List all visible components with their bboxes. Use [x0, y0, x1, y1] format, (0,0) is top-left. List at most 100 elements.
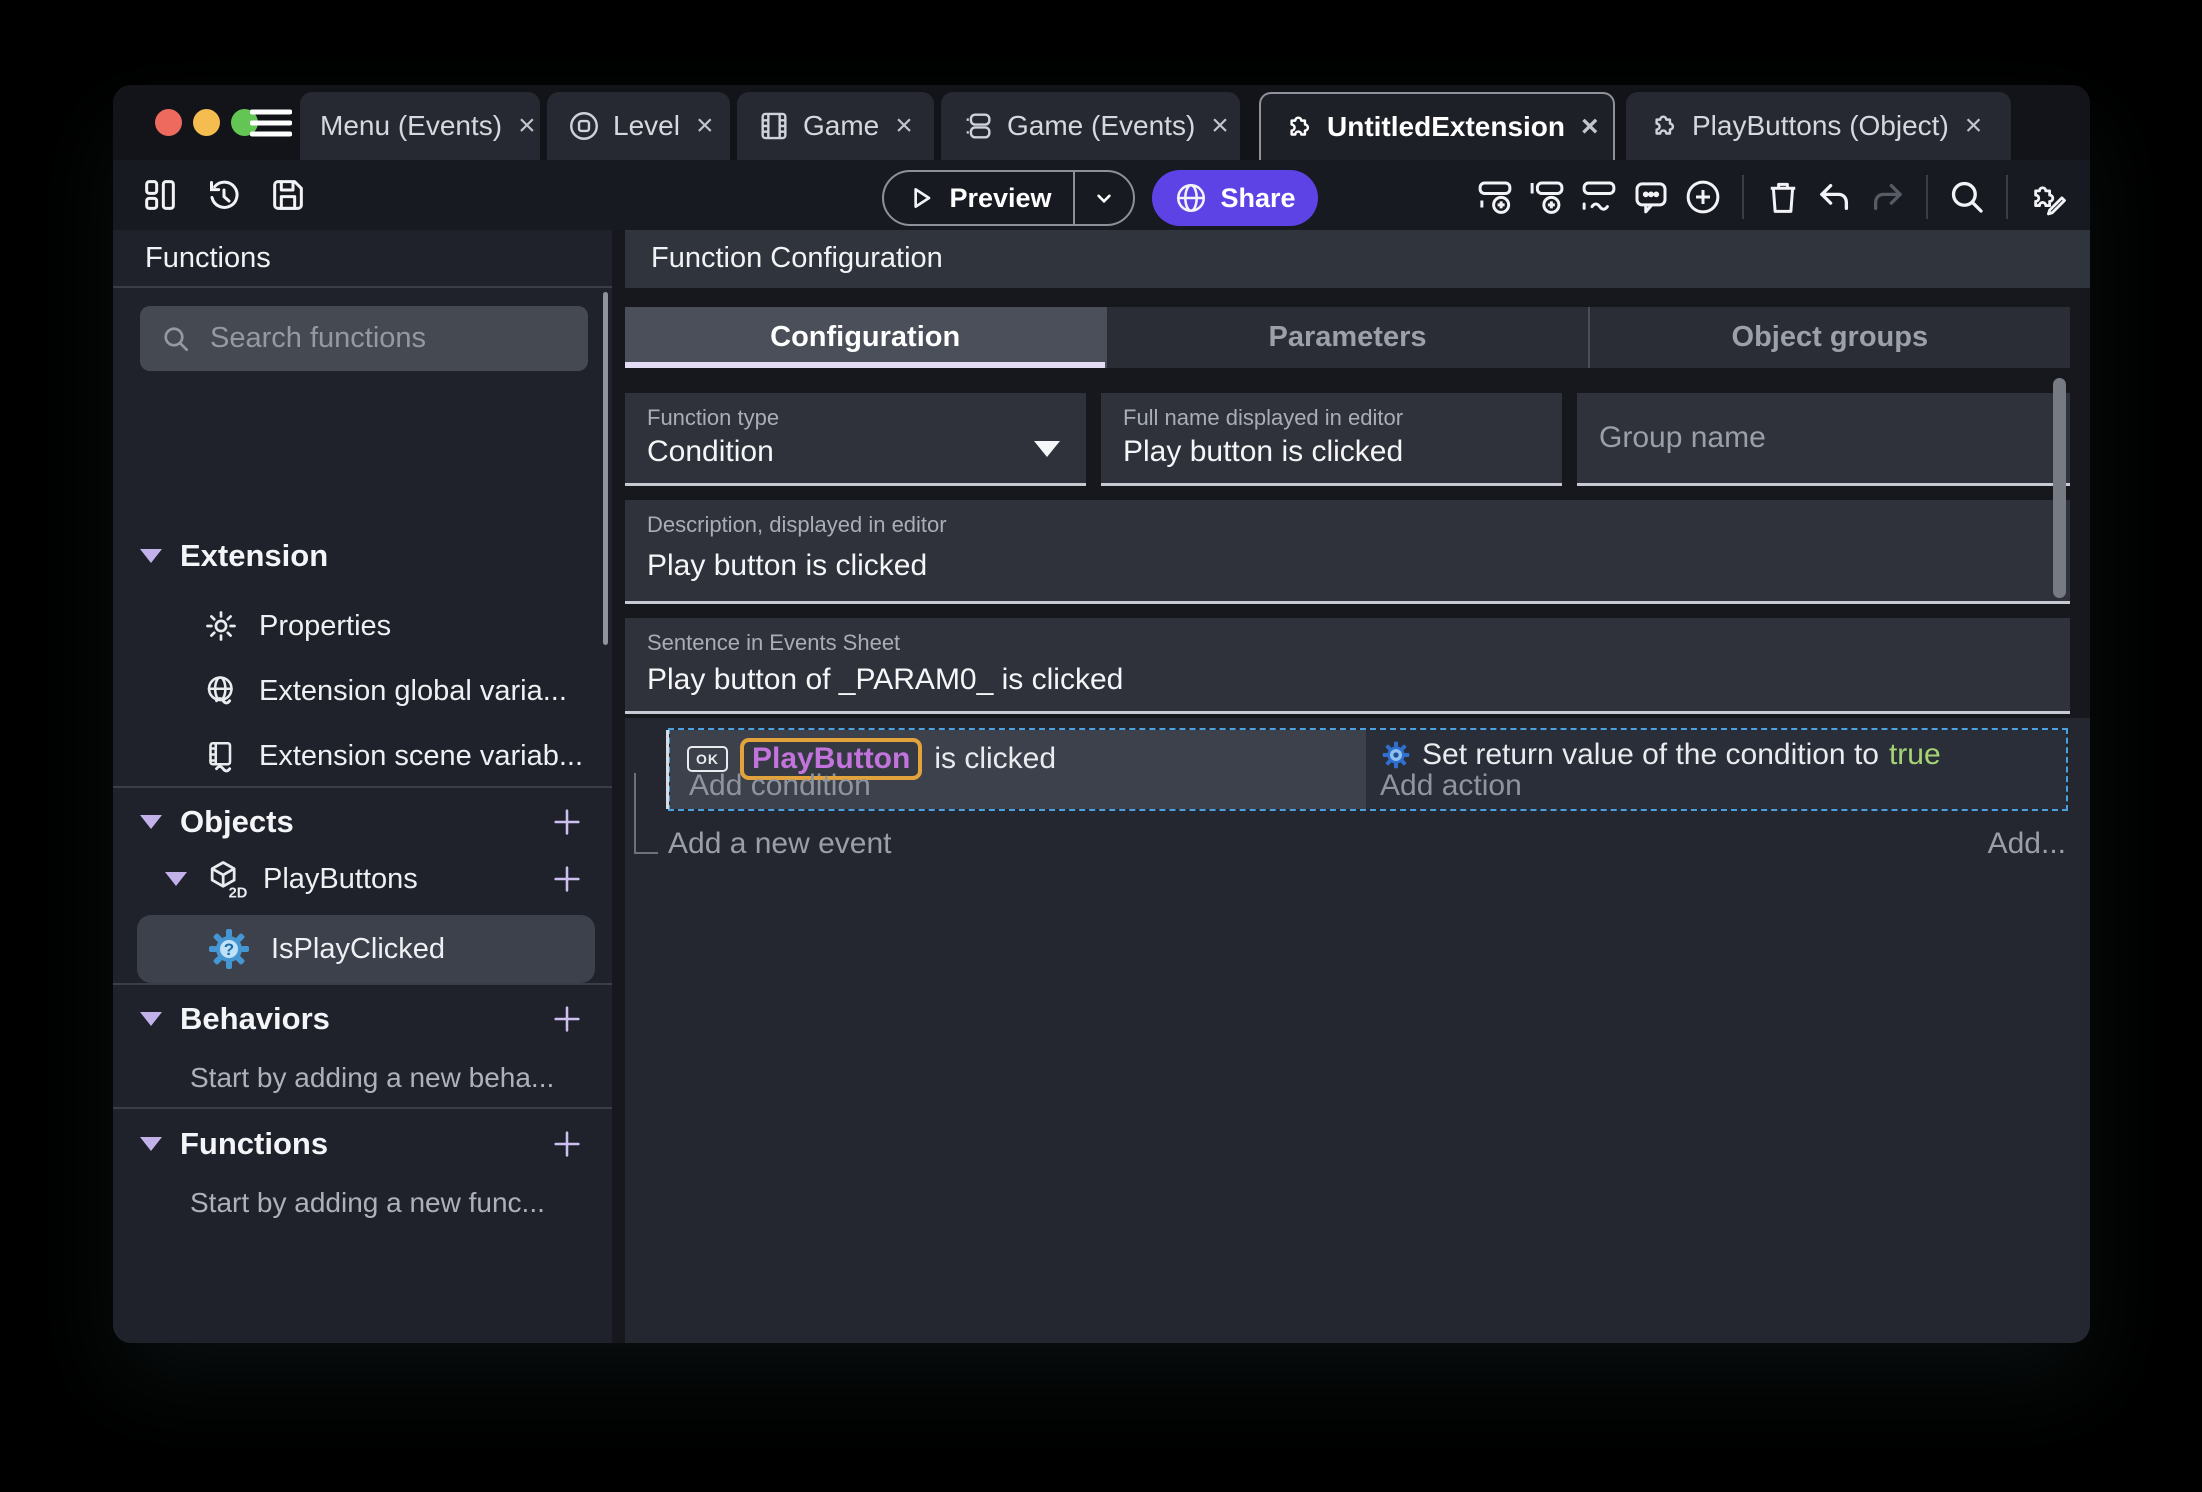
add-subevent-icon[interactable] [1526, 176, 1568, 218]
tab-close-icon[interactable]: × [696, 109, 714, 143]
sentence-field[interactable]: Sentence in Events Sheet Play button of … [625, 618, 2070, 714]
tab-close-icon[interactable]: × [895, 109, 913, 143]
field-label: Function type [647, 405, 780, 430]
tree-functions-header[interactable]: Functions [113, 1120, 612, 1168]
search-functions-input[interactable] [208, 321, 589, 356]
description-field[interactable]: Description, displayed in editor Play bu… [625, 500, 2070, 604]
scene-icon [567, 109, 601, 143]
save-icon[interactable] [268, 175, 308, 215]
full-name-field[interactable]: Full name displayed in editor Play butto… [1101, 393, 1562, 486]
condition-function-icon: ? [205, 925, 253, 973]
collapse-triangle-icon[interactable] [140, 549, 162, 563]
tree-item-isplayclicked-selected[interactable]: ? IsPlayClicked [137, 915, 595, 983]
tab-object-groups[interactable]: Object groups [1587, 307, 2070, 368]
redo-icon[interactable] [1866, 176, 1908, 218]
group-name-input[interactable] [1599, 393, 2043, 483]
tree-item-extension-global-variables[interactable]: Extension global varia... [113, 667, 612, 715]
field-value: Play button is clicked [1123, 435, 1404, 468]
tree-item-playbuttons[interactable]: 2D PlayButtons [113, 855, 612, 903]
history-icon[interactable] [204, 175, 244, 215]
main-scrollbar[interactable] [2053, 378, 2066, 598]
event-row-selected[interactable]: OK PlayButton is clicked Add condition S… [666, 728, 2068, 811]
tree-extension-header[interactable]: Extension [113, 532, 612, 580]
preview-label: Preview [949, 182, 1052, 213]
tab-menu-events[interactable]: Menu (Events) × [300, 92, 540, 160]
add-event-icon[interactable] [1474, 176, 1516, 218]
add-other-event-icon[interactable] [1578, 176, 1620, 218]
tab-configuration[interactable]: Configuration [625, 307, 1106, 368]
tab-close-icon[interactable]: × [518, 109, 536, 143]
add-object-button[interactable] [550, 805, 584, 839]
search-icon [160, 323, 192, 355]
traffic-light-minimize[interactable] [193, 109, 220, 136]
edit-extension-icon[interactable] [2026, 176, 2068, 218]
tab-playbuttons-object[interactable]: PlayButtons (Object) × [1626, 92, 2011, 160]
add-function-to-object-button[interactable] [550, 862, 584, 896]
field-value: Play button is clicked [647, 549, 928, 582]
tree-item-label: Properties [259, 609, 392, 642]
object-2d-cube-icon: 2D [203, 857, 247, 901]
function-type-select[interactable]: Function type Condition [625, 393, 1086, 486]
tab-level[interactable]: Level × [547, 92, 730, 160]
add-condition-link[interactable]: Add condition [689, 769, 871, 803]
collapse-triangle-icon[interactable] [140, 815, 162, 829]
add-action-link[interactable]: Add action [1380, 769, 1522, 803]
collapse-triangle-icon[interactable] [140, 1012, 162, 1026]
screenshot-canvas: Menu (Events) × Level × Game × Game (Eve… [0, 0, 2202, 1492]
functions-empty-state: Start by adding a new func... [190, 1187, 545, 1218]
sidebar-header: Functions [113, 230, 612, 288]
add-new-event-link[interactable]: Add a new event [668, 827, 892, 861]
tab-close-icon[interactable]: × [1211, 109, 1229, 143]
tab-close-icon[interactable]: × [1965, 109, 1983, 143]
hamburger-menu-icon[interactable] [250, 107, 292, 139]
add-more-link[interactable]: Add... [1988, 827, 2066, 861]
comment-icon[interactable] [1630, 176, 1672, 218]
tab-label: Parameters [1268, 321, 1427, 353]
events-sheet-icon [961, 109, 995, 143]
undo-icon[interactable] [1814, 176, 1856, 218]
tab-close-icon[interactable]: × [1581, 110, 1599, 144]
tab-parameters[interactable]: Parameters [1105, 307, 1588, 368]
circle-add-icon[interactable] [1682, 176, 1724, 218]
tree-behaviors-header[interactable]: Behaviors [113, 995, 612, 1043]
share-button[interactable]: Share [1152, 170, 1318, 226]
divider [2006, 175, 2008, 219]
tab-game-events[interactable]: Game (Events) × [941, 92, 1240, 160]
tree-objects-header[interactable]: Objects [113, 798, 612, 846]
gear-icon [203, 608, 239, 644]
collapse-triangle-icon[interactable] [165, 872, 187, 886]
configuration-tabs: Configuration Parameters Object groups [625, 307, 2070, 368]
events-sheet: OK PlayButton is clicked Add condition S… [625, 718, 2090, 1343]
add-behavior-button[interactable] [550, 1002, 584, 1036]
tree-item-extension-scene-variables[interactable]: Extension scene variab... [113, 732, 612, 780]
traffic-light-close[interactable] [155, 109, 182, 136]
tab-label: PlayButtons (Object) [1692, 110, 1949, 141]
action-item[interactable]: Set return value of the condition to tru… [1380, 738, 1941, 772]
tab-untitled-extension[interactable]: UntitledExtension × [1259, 92, 1615, 160]
tree-item-label: Extension global varia... [259, 674, 567, 707]
field-label: Description, displayed in editor [647, 512, 947, 537]
editor-tabs: Menu (Events) × Level × Game × Game (Eve… [300, 92, 2011, 160]
tab-game[interactable]: Game × [737, 92, 934, 160]
collapse-triangle-icon[interactable] [140, 1137, 162, 1151]
add-function-button[interactable] [550, 1127, 584, 1161]
preview-button[interactable]: Preview [882, 170, 1135, 226]
delete-icon[interactable] [1762, 176, 1804, 218]
globe-icon [1174, 181, 1208, 215]
tree-item-label: Extension scene variab... [259, 739, 584, 772]
section-label: Extension [180, 538, 329, 573]
search-functions-box[interactable] [140, 306, 589, 371]
preview-dropdown-button[interactable] [1075, 185, 1133, 211]
field-value: Play button of _PARAM0_ is clicked [647, 663, 1124, 696]
search-icon[interactable] [1946, 176, 1988, 218]
sidebar-scrollbar[interactable] [603, 292, 608, 645]
puzzle-icon [1281, 110, 1315, 144]
scene-variables-icon [203, 738, 239, 774]
app-window: Menu (Events) × Level × Game × Game (Eve… [113, 85, 2090, 1343]
project-manager-icon[interactable] [140, 175, 180, 215]
section-label: Objects [180, 804, 294, 839]
tree-item-properties[interactable]: Properties [113, 602, 612, 650]
event-tree-guide-line [634, 773, 636, 854]
section-label: Behaviors [180, 1001, 330, 1036]
group-name-field[interactable] [1577, 393, 2070, 486]
